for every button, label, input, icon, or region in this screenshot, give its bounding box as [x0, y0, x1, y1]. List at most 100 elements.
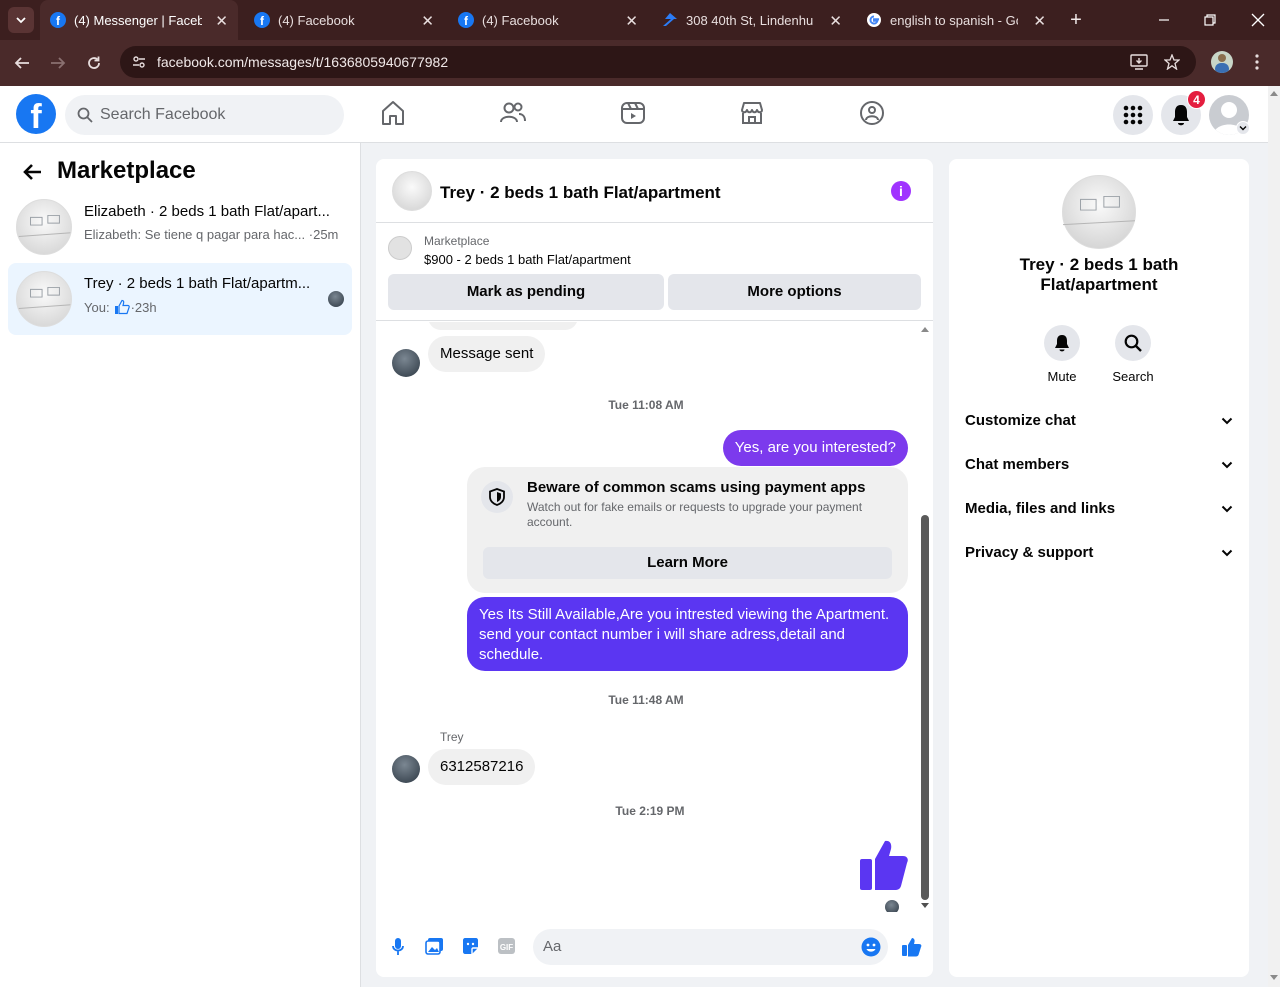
mark-as-pending-button[interactable]: Mark as pending	[388, 274, 664, 310]
section-label: Privacy & support	[965, 544, 1094, 561]
home-icon[interactable]	[381, 100, 405, 126]
site-settings-icon[interactable]	[132, 55, 146, 69]
scam-warning-card: Beware of common scams using payment app…	[467, 467, 908, 593]
bookmark-star-icon[interactable]	[1164, 54, 1180, 70]
scroll-down-icon[interactable]	[1270, 975, 1278, 981]
minimize-icon[interactable]	[1158, 14, 1170, 26]
address-bar[interactable]: facebook.com/messages/t/1636805940677982	[120, 46, 1196, 78]
listing-thumbnail[interactable]	[388, 236, 412, 260]
listing-avatar	[16, 271, 72, 327]
tab-facebook-2[interactable]: f (4) Facebook ✕	[448, 0, 648, 40]
message-bubble-incoming[interactable]: Message sent	[428, 336, 546, 372]
more-options-button[interactable]: More options	[668, 274, 921, 310]
listing-avatar-large[interactable]	[1062, 175, 1136, 249]
video-icon[interactable]	[620, 100, 646, 126]
message-bubble-incoming[interactable]: 6312587216	[428, 749, 536, 785]
chevron-down-icon	[1221, 461, 1233, 469]
message-bubble-outgoing[interactable]: Yes Its Still Available,Are you intreste…	[467, 597, 908, 671]
close-icon[interactable]: ✕	[625, 12, 638, 30]
large-thumbs-up-icon[interactable]	[859, 839, 909, 891]
close-icon[interactable]: ✕	[421, 12, 434, 30]
conversation-item[interactable]: Elizabeth · 2 beds 1 bath Flat/apart... …	[8, 191, 352, 263]
search-conversation-button[interactable]: Search	[1103, 325, 1163, 384]
customize-chat-section[interactable]: Customize chat	[965, 412, 1233, 442]
back-arrow-icon[interactable]	[22, 163, 42, 181]
groups-icon[interactable]	[859, 100, 885, 126]
microphone-icon[interactable]	[392, 937, 404, 956]
message-scrollbar[interactable]	[917, 322, 933, 912]
message-input[interactable]: Aa	[533, 929, 888, 965]
media-files-links-section[interactable]: Media, files and links	[965, 500, 1233, 530]
search-input[interactable]: Search Facebook	[65, 95, 344, 135]
close-icon[interactable]: ✕	[215, 12, 228, 30]
mute-label: Mute	[1047, 369, 1077, 384]
tab-title: (4) Facebook	[278, 12, 355, 28]
tab-facebook-1[interactable]: f (4) Facebook ✕	[244, 0, 444, 40]
conversation-name: Elizabeth · 2 beds 1 bath Flat/apart...	[84, 203, 330, 220]
new-tab-button[interactable]: +	[1066, 10, 1086, 30]
back-arrow-icon[interactable]	[14, 55, 30, 71]
sender-avatar	[392, 755, 420, 783]
message-bubble-outgoing[interactable]: Yes, are you interested?	[722, 430, 908, 466]
search-icon	[1124, 334, 1142, 352]
snippet-time: ·23h	[130, 299, 157, 315]
search-label: Search	[1112, 369, 1154, 384]
message-composer: GIF Aa	[376, 913, 933, 977]
listing-avatar[interactable]	[392, 171, 432, 211]
thumbs-up-icon[interactable]	[901, 937, 922, 957]
photo-icon[interactable]	[425, 937, 444, 955]
scroll-up-icon[interactable]	[1270, 90, 1278, 96]
info-icon[interactable]: i	[891, 181, 911, 201]
listing-title[interactable]: $900 - 2 beds 1 bath Flat/apartment	[424, 252, 631, 267]
sticker-icon[interactable]	[461, 937, 480, 955]
scroll-down-icon[interactable]	[921, 903, 929, 909]
more-menu-icon[interactable]	[1255, 54, 1259, 70]
profile-avatar[interactable]	[1211, 51, 1233, 73]
restore-icon[interactable]	[1204, 14, 1216, 26]
privacy-support-section[interactable]: Privacy & support	[965, 544, 1233, 574]
scrollbar-thumb[interactable]	[921, 515, 929, 900]
close-window-icon[interactable]	[1251, 13, 1265, 27]
close-icon[interactable]: ✕	[829, 12, 842, 30]
chat-members-section[interactable]: Chat members	[965, 456, 1233, 486]
scam-warning-text: Watch out for fake emails or requests to…	[527, 500, 863, 529]
timestamp: Tue 2:19 PM	[615, 804, 685, 818]
page-scrollbar[interactable]	[1268, 86, 1280, 987]
thumbs-up-icon	[114, 299, 130, 315]
tab-title: english to spanish - Goo	[890, 12, 1018, 28]
sender-name: Trey	[440, 730, 464, 744]
forward-arrow-icon[interactable]	[50, 55, 66, 71]
section-label: Chat members	[965, 456, 1070, 473]
facebook-top-nav: f Search Facebook	[0, 86, 1268, 143]
svg-text:GIF: GIF	[500, 943, 513, 952]
chat-title[interactable]: Trey · 2 beds 1 bath Flat/apartment	[440, 183, 721, 203]
tab-zillow[interactable]: 308 40th St, Lindenhurst, ✕	[652, 0, 852, 40]
scroll-up-icon[interactable]	[921, 326, 929, 332]
conversation-item-active[interactable]: Trey · 2 beds 1 bath Flat/apartm... You:…	[8, 263, 352, 335]
reload-icon[interactable]	[86, 55, 102, 71]
install-app-icon[interactable]	[1130, 54, 1148, 70]
browser-toolbar: facebook.com/messages/t/1636805940677982	[0, 40, 1280, 86]
facebook-logo[interactable]: f	[16, 94, 56, 134]
close-icon[interactable]: ✕	[1033, 12, 1046, 30]
account-menu-toggle[interactable]	[1236, 121, 1250, 135]
mute-button[interactable]: Mute	[1032, 325, 1092, 384]
conversation-name: Trey · 2 beds 1 bath Flat/apartm...	[84, 275, 311, 292]
friends-icon[interactable]	[500, 100, 526, 126]
tab-messenger[interactable]: f (4) Messenger | Facebook ✕	[40, 0, 238, 40]
bell-icon	[1173, 105, 1189, 126]
sidebar-title: Marketplace	[57, 157, 196, 184]
chevron-down-icon	[1239, 126, 1247, 131]
gif-icon[interactable]: GIF	[497, 937, 516, 955]
tab-google[interactable]: english to spanish - Goo ✕	[856, 0, 1056, 40]
message-list: Message sent Tue 11:08 AM Yes, are you i…	[376, 322, 916, 912]
emoji-icon[interactable]	[861, 937, 881, 957]
conversation-snippet: Elizabeth: Se tiene q pagar para hac... …	[84, 227, 339, 242]
zillow-favicon-icon	[663, 13, 677, 26]
learn-more-button[interactable]: Learn More	[483, 547, 892, 579]
menu-button[interactable]	[1113, 95, 1153, 135]
tab-search-button[interactable]	[8, 7, 34, 33]
listing-banner: Marketplace $900 - 2 beds 1 bath Flat/ap…	[376, 224, 933, 321]
marketplace-icon[interactable]	[739, 100, 765, 126]
timestamp: Tue 11:48 AM	[608, 693, 684, 707]
